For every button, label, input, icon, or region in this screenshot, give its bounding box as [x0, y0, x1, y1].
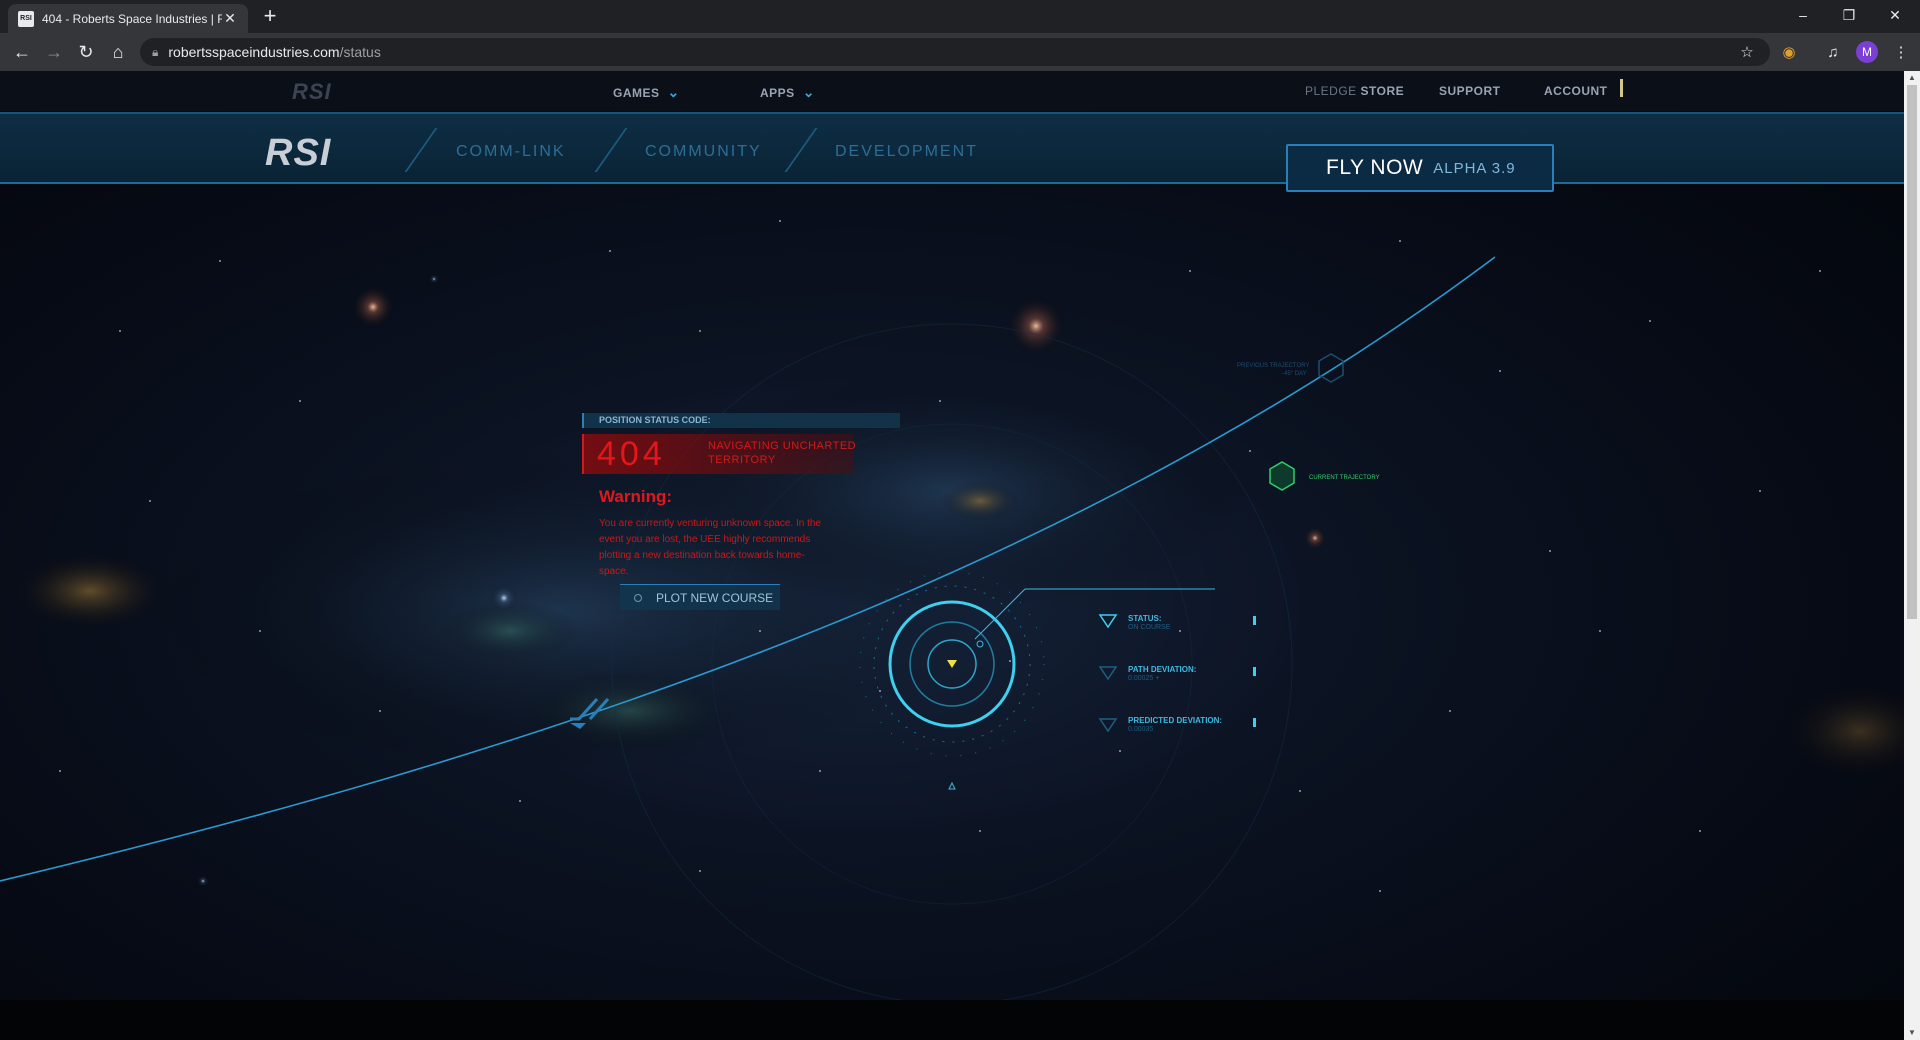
url-path: /status	[339, 44, 381, 60]
top-navigation: RSI GAMES ⌄ APPS ⌄ PLEDGE STORE SUPPORT AC…	[0, 71, 1904, 111]
hud-path-tick	[1253, 667, 1256, 676]
minimize-button[interactable]: –	[1780, 0, 1826, 30]
new-tab-button[interactable]: +	[258, 5, 282, 29]
reload-icon[interactable]: ↻	[74, 40, 98, 64]
profile-avatar[interactable]: M	[1856, 41, 1878, 63]
nav-apps-label: APPS	[760, 86, 795, 100]
nav-support[interactable]: SUPPORT	[1439, 84, 1501, 98]
alpha-version-label: ALPHA 3.9	[1433, 159, 1516, 177]
url-domain: robertsspaceindustries.com	[168, 44, 340, 60]
hud-status-value: ON COURSE	[1128, 624, 1171, 631]
hud-status-tick	[1253, 616, 1256, 625]
lock-icon: 🔒︎	[152, 44, 159, 59]
address-bar[interactable]: 🔒︎ robertsspaceindustries.com/status	[140, 38, 1770, 66]
tab-title: 404 - Roberts Space Industries | F	[42, 11, 222, 26]
browser-tab[interactable]: RSI 404 - Roberts Space Industries | F ✕	[8, 4, 248, 33]
hud-predicted-tick	[1253, 718, 1256, 727]
nav-games-label: GAMES	[613, 86, 660, 100]
fly-now-label: FLY NOW	[1326, 156, 1424, 179]
browser-toolbar: ← → ↻ ⌂ 🔒︎ robertsspaceindustries.com/st…	[0, 33, 1920, 71]
nav-account[interactable]: ACCOUNT	[1544, 84, 1608, 98]
previous-trajectory-sub: -45° DAY	[1282, 371, 1307, 377]
scroll-up-arrow-icon[interactable]: ▲	[1904, 71, 1920, 85]
nav-comm-link[interactable]: COMM-LINK	[456, 143, 566, 161]
account-indicator	[1620, 79, 1623, 97]
nav-divider	[784, 128, 818, 172]
position-status-header: POSITION STATUS CODE:	[582, 413, 900, 428]
warning-body: You are currently venturing unknown spac…	[599, 518, 821, 577]
sub-navigation: RSI COMM-LINK COMMUNITY DEVELOPMENT	[0, 112, 1904, 184]
browser-tabbar: RSI 404 - Roberts Space Industries | F ✕…	[0, 0, 1920, 33]
scrollbar-thumb[interactable]	[1907, 85, 1917, 619]
forward-arrow-icon[interactable]: →	[42, 40, 66, 64]
nav-store-label: STORE	[1360, 84, 1405, 98]
rsi-small-logo[interactable]: RSI	[292, 79, 332, 105]
chevron-down-icon: ⌄	[667, 84, 680, 100]
nav-divider	[404, 128, 438, 172]
nav-development[interactable]: DEVELOPMENT	[835, 143, 978, 161]
scroll-down-arrow-icon[interactable]: ▼	[1904, 1026, 1920, 1040]
warning-title: Warning:	[599, 487, 673, 506]
hud-path-value: 0.00025 +	[1128, 675, 1160, 682]
extension-icon[interactable]: ◉	[1778, 41, 1800, 63]
hud-predicted-label: PREDICTED DEVIATION:	[1128, 716, 1223, 725]
close-window-button[interactable]: ✕	[1872, 0, 1918, 30]
fly-now-button[interactable]: FLY NOW ALPHA 3.9	[1286, 144, 1554, 192]
nav-apps[interactable]: APPS ⌄	[760, 84, 815, 101]
rsi-logo[interactable]: RSI	[265, 132, 331, 175]
error-code-message: NAVIGATING UNCHARTED TERRITORY	[708, 440, 857, 466]
hud-predicted-value: 0.00035	[1128, 726, 1154, 733]
nav-community[interactable]: COMMUNITY	[645, 143, 762, 161]
space-background	[0, 220, 1904, 1005]
nav-divider	[594, 128, 628, 172]
page-footer-strip	[0, 1000, 1904, 1040]
nav-pledge-label: PLEDGE	[1305, 84, 1357, 98]
close-tab-icon[interactable]: ✕	[222, 10, 238, 27]
chevron-down-icon: ⌄	[802, 84, 815, 100]
previous-trajectory-label: PREVIOUS TRAJECTORY	[1237, 363, 1310, 369]
restore-button[interactable]: ❐	[1826, 0, 1872, 30]
rsi-favicon-icon: RSI	[18, 10, 34, 27]
menu-kebab-icon[interactable]: ⋮	[1890, 41, 1912, 63]
plot-new-course-label: PLOT NEW COURSE	[656, 590, 774, 605]
page-scrollbar[interactable]: ▲ ▼	[1904, 71, 1920, 1040]
page-viewport: RSI GAMES ⌄ APPS ⌄ PLEDGE STORE SUPPORT AC…	[0, 71, 1904, 1040]
plot-new-course-button[interactable]: PLOT NEW COURSE	[620, 584, 780, 610]
nav-games[interactable]: GAMES ⌄	[613, 84, 680, 101]
media-control-icon[interactable]: ♫	[1822, 41, 1844, 63]
hud-path-label: PATH DEVIATION:	[1128, 665, 1197, 674]
nav-pledge-store[interactable]: PLEDGE STORE	[1305, 84, 1404, 98]
current-trajectory-label: CURRENT TRAJECTORY	[1309, 475, 1380, 481]
home-icon[interactable]: ⌂	[106, 40, 130, 64]
hud-status-label: STATUS:	[1128, 614, 1162, 623]
error-code: 404	[597, 435, 666, 473]
bookmark-star-icon[interactable]: ☆	[1736, 41, 1758, 63]
bullet-icon	[634, 594, 642, 602]
back-arrow-icon[interactable]: ←	[10, 40, 34, 64]
